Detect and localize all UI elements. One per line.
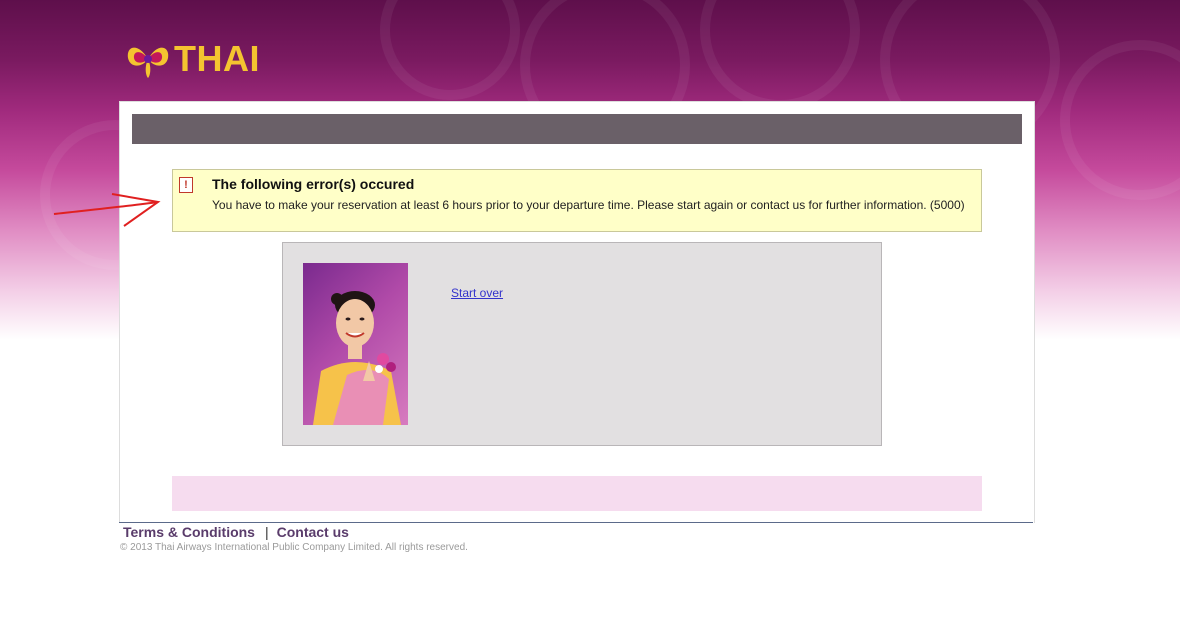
logo-text: THAI [174, 38, 260, 79]
thai-logo[interactable]: THAI [124, 38, 260, 80]
pink-band [172, 476, 982, 511]
red-arrow-annotation-icon [53, 193, 161, 227]
error-icon: ! [179, 177, 193, 193]
terms-conditions-link[interactable]: Terms & Conditions [123, 524, 255, 540]
start-over-link[interactable]: Start over [451, 286, 503, 300]
title-bar [132, 114, 1022, 144]
error-box: ! The following error(s) occured You hav… [172, 169, 982, 232]
footer-divider [119, 522, 1033, 523]
contact-us-link[interactable]: Contact us [277, 524, 349, 540]
swirl-decoration [380, 0, 520, 100]
copyright-text: © 2013 Thai Airways International Public… [120, 542, 468, 553]
main-content: ! The following error(s) occured You hav… [119, 101, 1035, 523]
attendant-illustration-icon [313, 291, 401, 425]
orchid-logo-icon [127, 47, 169, 78]
swirl-decoration [700, 0, 860, 110]
footer-separator: | [264, 524, 269, 540]
attendant-photo [303, 263, 408, 425]
swirl-decoration [1060, 40, 1180, 200]
error-title: The following error(s) occured [212, 176, 415, 192]
error-message: You have to make your reservation at lea… [212, 198, 965, 212]
footer-links: Terms & Conditions | Contact us [123, 524, 349, 540]
start-over-panel: Start over [282, 242, 882, 446]
